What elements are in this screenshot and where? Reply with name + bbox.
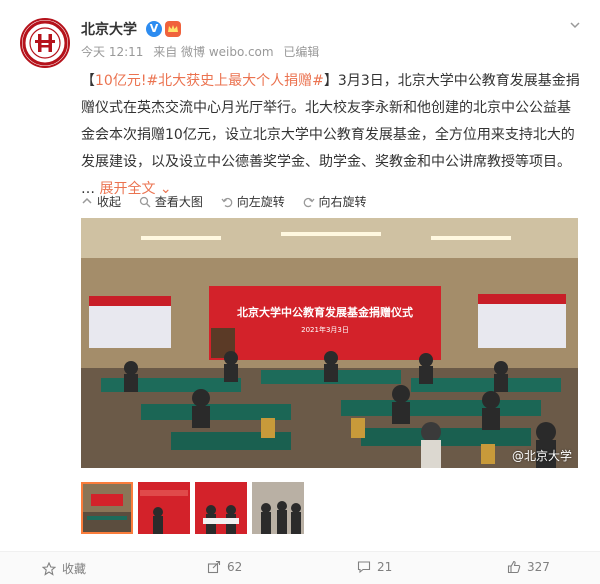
rotate-right-button[interactable]: 向右旋转 [303, 193, 367, 210]
post-edited[interactable]: 已编辑 [283, 45, 319, 59]
author-name[interactable]: 北京大学 [81, 21, 137, 39]
view-large-button[interactable]: 查看大图 [139, 193, 203, 210]
main-photo[interactable]: 北京大学中公教育发展基金捐赠仪式 2021年3月3日 @北京大学 [81, 218, 578, 468]
comment-icon [357, 560, 371, 574]
more-options-chevron-down-icon[interactable] [568, 18, 582, 32]
thumbnail-4[interactable] [252, 482, 304, 534]
thumbnail-1[interactable] [81, 482, 133, 534]
pku-logo [22, 20, 68, 66]
thumbs-up-icon [507, 560, 521, 574]
avatar[interactable] [20, 18, 70, 68]
collapse-label: 收起 [97, 195, 122, 209]
ceremony-scene: 北京大学中公教育发展基金捐赠仪式 2021年3月3日 [81, 218, 578, 468]
banner-title: 北京大学中公教育发展基金捐赠仪式 [237, 305, 413, 319]
comment-count: 21 [377, 560, 393, 574]
share-icon [207, 560, 221, 574]
favorite-button[interactable]: 收藏 [41, 560, 87, 577]
share-button[interactable]: 62 [207, 560, 242, 574]
post-text: 【10亿元!#北大获史上最大个人捐赠#】3月3日，北京大学中公教育发展基金捐赠仪… [81, 68, 581, 203]
weibo-post-card: 北京大学 V 今天 12:11 来自 微博 weibo.com 已编辑 【10亿… [0, 0, 600, 584]
rotate-left-label: 向左旋转 [236, 195, 285, 209]
amount-highlight: 10亿元! [95, 73, 147, 89]
banner-date: 2021年3月3日 [301, 325, 349, 334]
rotate-left-icon [221, 196, 233, 208]
like-count: 327 [527, 560, 550, 574]
post-time[interactable]: 今天 12:11 [81, 45, 143, 59]
open-bracket: 【 [81, 73, 95, 89]
favorite-label: 收藏 [62, 562, 87, 576]
share-count: 62 [227, 560, 243, 574]
image-toolbar: 收起 查看大图 向左旋转 向右旋转 [81, 193, 381, 209]
rotate-left-button[interactable]: 向左旋转 [221, 193, 285, 210]
rotate-right-icon [303, 196, 315, 208]
comment-button[interactable]: 21 [357, 560, 392, 574]
thumbnail-3[interactable] [195, 482, 247, 534]
hashtag-link[interactable]: #北大获史上最大个人捐赠# [146, 73, 323, 89]
verified-badge-icon: V [146, 21, 162, 37]
close-bracket: 】 [323, 73, 338, 89]
image-watermark: @北京大学 [511, 449, 572, 463]
post-source[interactable]: 来自 微博 weibo.com [153, 45, 273, 59]
member-crown-icon [165, 21, 181, 37]
magnifier-icon [139, 196, 151, 208]
rotate-right-label: 向右旋转 [318, 195, 367, 209]
collapse-icon [81, 196, 93, 208]
star-icon [41, 561, 57, 576]
collapse-button[interactable]: 收起 [81, 193, 121, 210]
like-button[interactable]: 327 [507, 560, 550, 574]
thumbnail-2[interactable] [138, 482, 190, 534]
action-bar: 收藏 62 21 327 [0, 551, 600, 584]
view-large-label: 查看大图 [154, 195, 203, 209]
post-meta: 今天 12:11 来自 微博 weibo.com 已编辑 [81, 45, 325, 59]
